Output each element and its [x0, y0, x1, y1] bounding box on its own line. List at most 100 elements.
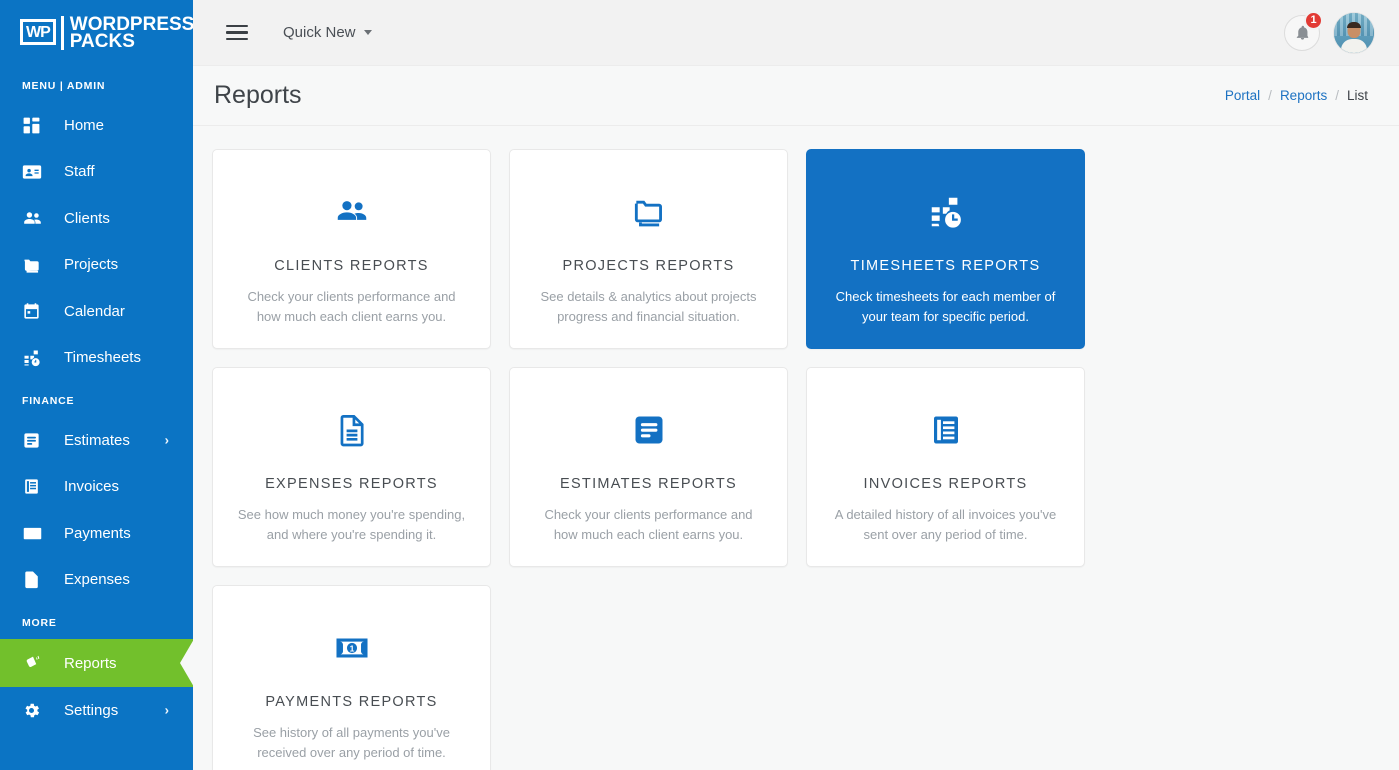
active-indicator-notch — [180, 639, 193, 687]
sidebar-item-calendar[interactable]: Calendar — [0, 288, 193, 335]
sidebar-item-label: Expenses — [64, 571, 130, 588]
chevron-down-icon — [364, 30, 372, 35]
sidebar-item-label: Payments — [64, 525, 131, 542]
timesheet-icon — [927, 192, 965, 232]
chevron-right-icon: › — [165, 703, 169, 718]
folder-icon — [630, 192, 668, 232]
sidebar: WP WORDPRESS PACKS MENU | ADMIN Home Sta… — [0, 0, 193, 770]
card-expenses-reports[interactable]: EXPENSES REPORTS See how much money you'… — [212, 367, 491, 567]
hamburger-icon[interactable] — [211, 25, 263, 41]
avatar-hair — [1347, 22, 1361, 28]
breadcrumb-link-reports[interactable]: Reports — [1280, 88, 1327, 103]
calendar-icon — [22, 302, 48, 321]
brand-logo[interactable]: WP WORDPRESS PACKS — [0, 0, 193, 66]
card-description: Check your clients performance and how m… — [235, 287, 468, 326]
estimate-icon — [631, 410, 667, 450]
topbar: Quick New 1 — [193, 0, 1399, 66]
sidebar-item-estimates[interactable]: Estimates › — [0, 417, 193, 464]
sidebar-item-payments[interactable]: 1 Payments — [0, 510, 193, 557]
invoice-icon — [928, 410, 964, 450]
brand-logo-inner: WP WORDPRESS PACKS — [20, 16, 193, 51]
estimate-icon — [22, 431, 48, 450]
card-description: See details & analytics about projects p… — [532, 287, 765, 326]
sidebar-item-projects[interactable]: Projects — [0, 242, 193, 289]
reports-icon — [22, 653, 48, 673]
sidebar-item-label: Projects — [64, 256, 118, 273]
notification-badge: 1 — [1304, 11, 1323, 30]
svg-text:1: 1 — [349, 643, 354, 653]
card-payments-reports[interactable]: 1 PAYMENTS REPORTS See history of all pa… — [212, 585, 491, 770]
gear-icon — [22, 701, 48, 720]
dashboard-icon — [22, 116, 48, 135]
card-title: PROJECTS REPORTS — [562, 258, 734, 274]
people-icon — [333, 192, 371, 232]
sidebar-section-finance: FINANCE — [0, 381, 193, 417]
card-estimates-reports[interactable]: ESTIMATES REPORTS Check your clients per… — [509, 367, 788, 567]
sidebar-item-settings[interactable]: Settings › — [0, 687, 193, 734]
app-root: WP WORDPRESS PACKS MENU | ADMIN Home Sta… — [0, 0, 1399, 770]
card-description: Check timesheets for each member of your… — [829, 287, 1062, 326]
timesheet-icon — [22, 348, 48, 368]
sidebar-item-label: Settings — [64, 702, 118, 719]
sidebar-item-staff[interactable]: Staff — [0, 149, 193, 196]
sidebar-item-home[interactable]: Home — [0, 102, 193, 149]
sidebar-item-expenses[interactable]: Expenses — [0, 557, 193, 604]
card-title: INVOICES REPORTS — [864, 476, 1028, 492]
brand-line-2: PACKS — [70, 33, 193, 50]
card-invoices-reports[interactable]: INVOICES REPORTS A detailed history of a… — [806, 367, 1085, 567]
breadcrumb-link-portal[interactable]: Portal — [1225, 88, 1260, 103]
badge-icon — [22, 162, 48, 182]
card-title: CLIENTS REPORTS — [274, 258, 429, 274]
brand-wordmark: WORDPRESS PACKS — [61, 16, 193, 51]
avatar[interactable] — [1334, 13, 1374, 53]
main-area: Quick New 1 Reports Porta — [193, 0, 1399, 770]
breadcrumb-current: List — [1347, 88, 1368, 103]
wp-mark: WP — [20, 22, 56, 45]
hamburger-bar — [226, 38, 248, 41]
card-title: PAYMENTS REPORTS — [265, 694, 437, 710]
sidebar-item-label: Staff — [64, 163, 95, 180]
breadcrumb-separator: / — [1268, 88, 1272, 103]
card-description: See history of all payments you've recei… — [235, 723, 468, 762]
page-title: Reports — [214, 81, 302, 110]
sidebar-item-label: Timesheets — [64, 349, 141, 366]
avatar-body — [1341, 39, 1367, 53]
hamburger-bar — [226, 25, 248, 28]
folder-icon — [22, 255, 48, 275]
card-title: EXPENSES REPORTS — [265, 476, 438, 492]
page-header: Reports Portal / Reports / List — [193, 66, 1399, 126]
topbar-right-group: 1 — [1284, 13, 1374, 53]
quick-new-label: Quick New — [283, 24, 356, 41]
chevron-right-icon: › — [165, 433, 169, 448]
expense-icon — [334, 410, 370, 450]
card-timesheets-reports[interactable]: TIMESHEETS REPORTS Check timesheets for … — [806, 149, 1085, 349]
sidebar-item-timesheets[interactable]: Timesheets — [0, 335, 193, 382]
card-clients-reports[interactable]: CLIENTS REPORTS Check your clients perfo… — [212, 149, 491, 349]
hamburger-bar — [226, 31, 248, 34]
sidebar-item-label: Home — [64, 117, 104, 134]
sidebar-item-label: Clients — [64, 210, 110, 227]
card-title: TIMESHEETS REPORTS — [851, 258, 1041, 274]
sidebar-item-reports[interactable]: Reports — [0, 639, 193, 687]
sidebar-section-more: MORE — [0, 603, 193, 639]
expense-icon — [22, 570, 48, 589]
breadcrumb-separator: / — [1335, 88, 1339, 103]
notifications-button[interactable]: 1 — [1284, 15, 1320, 51]
quick-new-dropdown[interactable]: Quick New — [283, 24, 372, 41]
sidebar-section-menu-admin: MENU | ADMIN — [0, 66, 193, 102]
card-title: ESTIMATES REPORTS — [560, 476, 737, 492]
sidebar-item-label: Invoices — [64, 478, 119, 495]
report-cards-grid: CLIENTS REPORTS Check your clients perfo… — [193, 126, 1399, 770]
sidebar-item-label: Reports — [64, 655, 117, 672]
payment-icon: 1 — [333, 628, 371, 668]
invoice-icon — [22, 477, 48, 496]
sidebar-item-clients[interactable]: Clients — [0, 195, 193, 242]
sidebar-item-label: Estimates — [64, 432, 130, 449]
card-projects-reports[interactable]: PROJECTS REPORTS See details & analytics… — [509, 149, 788, 349]
card-description: See how much money you're spending, and … — [235, 505, 468, 544]
payment-icon: 1 — [22, 523, 48, 544]
people-icon — [22, 208, 48, 229]
sidebar-item-invoices[interactable]: Invoices — [0, 464, 193, 511]
card-description: Check your clients performance and how m… — [532, 505, 765, 544]
breadcrumb: Portal / Reports / List — [1225, 88, 1368, 103]
